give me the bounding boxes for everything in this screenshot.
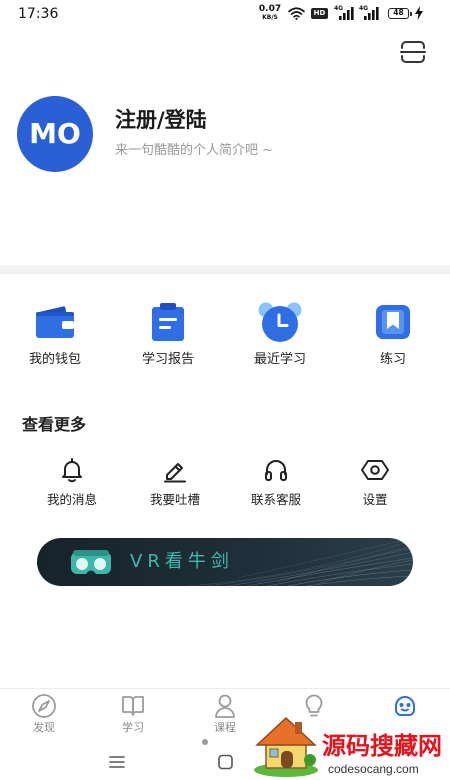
more-item-label: 我要吐槽 xyxy=(149,492,200,507)
more-item-support[interactable]: 联系客服 xyxy=(231,455,321,508)
quick-action-practice[interactable]: 练习 xyxy=(343,300,443,368)
hd-badge: HD xyxy=(311,8,328,19)
pencil-icon xyxy=(164,463,186,483)
signal-1: 4G xyxy=(334,5,356,21)
quick-action-label: 最近学习 xyxy=(253,352,306,367)
battery-level: 48 xyxy=(393,8,404,17)
more-section-title: 查看更多 xyxy=(22,415,87,434)
more-item-settings[interactable]: 设置 xyxy=(330,455,420,508)
more-item-label: 我的消息 xyxy=(46,492,97,507)
tab-discover[interactable]: 发现 xyxy=(14,693,74,735)
menu-icon xyxy=(109,756,125,768)
bookmark-icon xyxy=(376,305,410,339)
tab-study[interactable]: 学习 xyxy=(103,693,163,735)
compass-icon xyxy=(32,694,56,718)
quick-action-label: 练习 xyxy=(379,352,406,367)
login-register-link[interactable]: 注册/登陆 xyxy=(115,107,207,133)
profile-screen: 17:36 0.07 KB/S HD 4G 4G 48 MO 注册/登陆 来一句… xyxy=(0,0,450,780)
quick-action-label: 我的钱包 xyxy=(28,352,81,367)
avatar[interactable]: MO xyxy=(17,96,93,172)
watermark-title: 源码搜藏网 xyxy=(322,732,442,760)
status-time: 17:36 xyxy=(18,6,59,22)
scan-icon xyxy=(400,41,426,63)
course-icon xyxy=(215,694,235,718)
profile-header[interactable]: MO 注册/登陆 来一句酷酷的个人简介吧 ~ xyxy=(0,90,450,185)
alarm-clock-icon xyxy=(258,302,302,342)
signal-2: 4G xyxy=(359,5,381,21)
more-item-label: 联系客服 xyxy=(250,492,301,507)
report-icon xyxy=(152,303,184,341)
vr-goggles-icon xyxy=(71,550,111,574)
headphones-icon xyxy=(265,460,287,481)
wallet-icon xyxy=(36,306,74,338)
charging-icon xyxy=(415,6,423,20)
more-item-feedback[interactable]: 我要吐槽 xyxy=(130,455,220,508)
wifi-icon xyxy=(288,7,305,20)
signal-bars-icon xyxy=(364,7,379,20)
section-divider xyxy=(0,265,450,274)
watermark-url: codesocang.com xyxy=(328,762,419,776)
quick-action-wallet[interactable]: 我的钱包 xyxy=(5,300,105,368)
settings-icon xyxy=(361,460,389,480)
banner-title: VR看牛剑 xyxy=(130,551,234,572)
scan-button[interactable] xyxy=(400,41,426,63)
tab-label: 学习 xyxy=(122,721,144,734)
tab-label: 课程 xyxy=(214,721,236,734)
system-home-button[interactable] xyxy=(213,752,237,772)
quick-action-recent[interactable]: 最近学习 xyxy=(230,300,330,368)
book-icon xyxy=(122,696,144,716)
tab-course[interactable]: 课程 xyxy=(195,693,255,735)
network-speed-unit: KB/S xyxy=(262,14,278,21)
network-speed-value: 0.07 xyxy=(258,4,282,14)
vr-banner[interactable]: VR看牛剑 xyxy=(37,538,413,586)
network-speed: 0.07 KB/S xyxy=(257,5,283,22)
profile-bio: 来一句酷酷的个人简介吧 ~ xyxy=(115,143,274,158)
tab-label: 发现 xyxy=(33,721,55,734)
watermark: 源码搜藏网 codesocang.com xyxy=(252,710,448,778)
home-icon xyxy=(218,754,233,770)
signal-bars-icon xyxy=(339,7,354,20)
quick-action-label: 学习报告 xyxy=(141,352,194,367)
more-item-label: 设置 xyxy=(362,492,388,507)
bell-icon xyxy=(62,458,82,483)
quick-action-report[interactable]: 学习报告 xyxy=(118,300,218,368)
house-icon xyxy=(254,716,318,777)
page-indicator-dot xyxy=(202,739,208,745)
system-menu-button[interactable] xyxy=(105,752,129,772)
more-item-messages[interactable]: 我的消息 xyxy=(27,455,117,508)
status-bar: 17:36 0.07 KB/S HD 4G 4G 48 xyxy=(0,0,450,28)
battery-icon: 48 xyxy=(388,8,412,19)
